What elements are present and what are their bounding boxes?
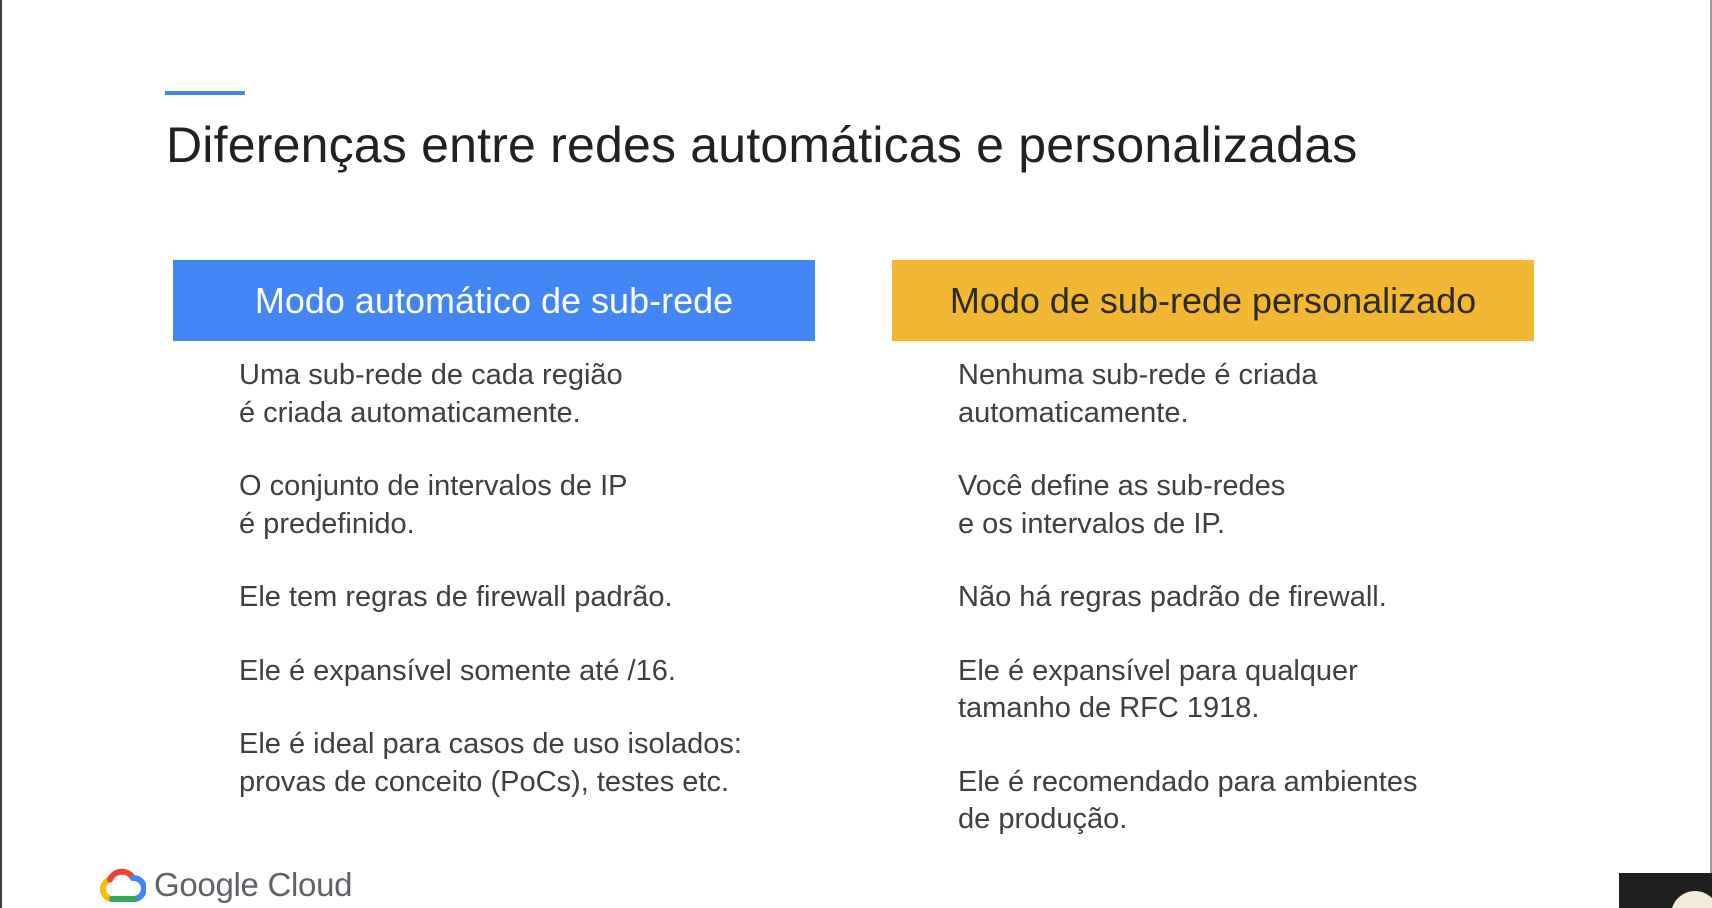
auto-mode-header: Modo automático de sub-rede [173, 260, 815, 341]
custom-mode-list: Nenhuma sub-rede é criada automaticament… [892, 357, 1534, 839]
list-item: O conjunto de intervalos de IP é predefi… [239, 470, 628, 540]
title-accent-line [165, 91, 245, 95]
list-item: Ele tem regras de firewall padrão. [239, 581, 673, 613]
list-item: Não há regras padrão de firewall. [958, 581, 1387, 613]
slide: Diferenças entre redes automáticas e per… [0, 0, 1712, 908]
list-item: Ele é ideal para casos de uso isolados: … [239, 728, 742, 798]
presenter-avatar [1671, 891, 1712, 908]
presenter-video-thumbnail[interactable] [1619, 873, 1712, 908]
list-item: Ele é recomendado para ambientes de prod… [958, 765, 1418, 836]
google-cloud-logo: Google Cloud [98, 865, 353, 905]
custom-mode-header: Modo de sub-rede personalizado [892, 260, 1534, 341]
list-item: Ele é expansível somente até /16. [239, 654, 676, 687]
auto-mode-list: Uma sub-rede de cada região é criada aut… [173, 357, 815, 801]
google-cloud-wordmark: Google Cloud [154, 866, 353, 903]
list-item: Nenhuma sub-rede é criada automaticament… [958, 359, 1318, 429]
list-item: Uma sub-rede de cada região é criada aut… [239, 359, 623, 429]
list-item: Ele é expansível para qualquer tamanho d… [958, 654, 1358, 725]
auto-mode-column: Modo automático de sub-rede Uma sub-rede… [173, 260, 815, 801]
custom-mode-column: Modo de sub-rede personalizado Nenhuma s… [892, 260, 1534, 839]
slide-title: Diferenças entre redes automáticas e per… [166, 117, 1358, 173]
list-item: Você define as sub-redes e os intervalos… [958, 470, 1286, 540]
google-cloud-icon [99, 868, 146, 902]
